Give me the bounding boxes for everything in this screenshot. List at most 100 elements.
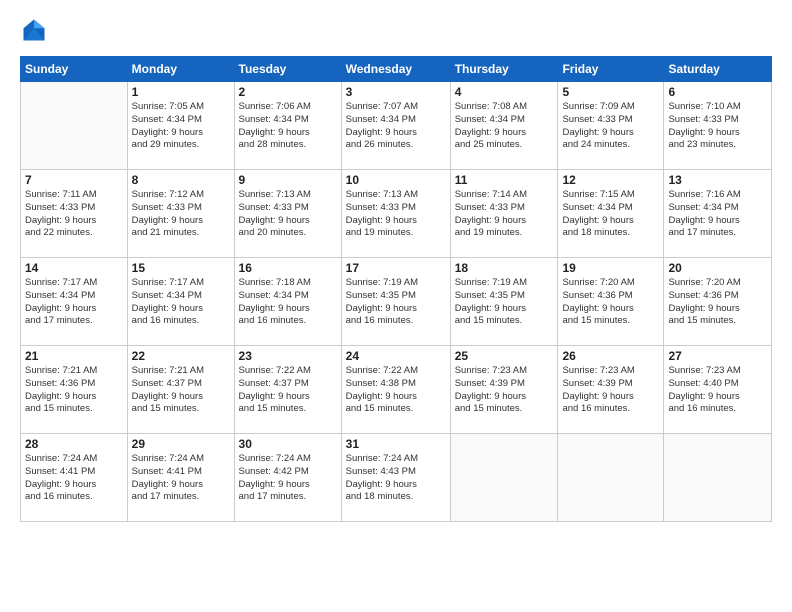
- day-number: 3: [346, 85, 446, 99]
- weekday-header-row: SundayMondayTuesdayWednesdayThursdayFrid…: [21, 57, 772, 82]
- calendar-week-3: 14 Sunrise: 7:17 AMSunset: 4:34 PMDayligh…: [21, 258, 772, 346]
- day-info: Sunrise: 7:12 AMSunset: 4:33 PMDaylight:…: [132, 189, 230, 240]
- day-info: Sunrise: 7:23 AMSunset: 4:39 PMDaylight:…: [562, 365, 659, 416]
- calendar-cell: 25Sunrise: 7:23 AMSunset: 4:39 PMDayligh…: [450, 346, 558, 434]
- day-number: 12: [562, 173, 659, 187]
- day-info: Sunrise: 7:24 AMSunset: 4:41 PMDaylight:…: [25, 453, 123, 504]
- calendar-cell: 8 Sunrise: 7:12 AMSunset: 4:33 PMDaylight…: [127, 170, 234, 258]
- day-info: Sunrise: 7:21 AMSunset: 4:36 PMDaylight:…: [25, 365, 123, 416]
- day-info: Sunrise: 7:14 AMSunset: 4:33 PMDaylight:…: [455, 189, 554, 240]
- calendar-header: SundayMondayTuesdayWednesdayThursdayFrid…: [21, 57, 772, 82]
- day-number: 7: [25, 173, 123, 187]
- calendar-cell: 24 Sunrise: 7:22 AMSunset: 4:38 PMDayligh…: [341, 346, 450, 434]
- calendar-week-2: 7 Sunrise: 7:11 AMSunset: 4:33 PMDaylight…: [21, 170, 772, 258]
- calendar-cell: 15 Sunrise: 7:17 AMSunset: 4:34 PMDayligh…: [127, 258, 234, 346]
- logo-icon: [20, 16, 48, 44]
- weekday-header-sunday: Sunday: [21, 57, 128, 82]
- calendar-cell: 2 Sunrise: 7:06 AMSunset: 4:34 PMDaylight…: [234, 82, 341, 170]
- calendar-cell: 10 Sunrise: 7:13 AMSunset: 4:33 PMDayligh…: [341, 170, 450, 258]
- day-info: Sunrise: 7:17 AMSunset: 4:34 PMDaylight:…: [132, 277, 230, 328]
- calendar-cell: 20 Sunrise: 7:20 AMSunset: 4:36 PMDayligh…: [664, 258, 772, 346]
- calendar-cell: 1 Sunrise: 7:05 AMSunset: 4:34 PMDaylight…: [127, 82, 234, 170]
- calendar-cell: 4 Sunrise: 7:08 AMSunset: 4:34 PMDaylight…: [450, 82, 558, 170]
- day-number: 21: [25, 349, 123, 363]
- day-number: 30: [239, 437, 337, 451]
- day-number: 10: [346, 173, 446, 187]
- calendar-cell: 26 Sunrise: 7:23 AMSunset: 4:39 PMDayligh…: [558, 346, 664, 434]
- day-number: 17: [346, 261, 446, 275]
- day-info: Sunrise: 7:24 AMSunset: 4:42 PMDaylight:…: [239, 453, 337, 504]
- day-number: 20: [668, 261, 767, 275]
- weekday-header-tuesday: Tuesday: [234, 57, 341, 82]
- calendar-cell: 21 Sunrise: 7:21 AMSunset: 4:36 PMDayligh…: [21, 346, 128, 434]
- day-number: 1: [132, 85, 230, 99]
- calendar-cell: 17 Sunrise: 7:19 AMSunset: 4:35 PMDayligh…: [341, 258, 450, 346]
- calendar-cell: [664, 434, 772, 522]
- day-number: 19: [562, 261, 659, 275]
- day-info: Sunrise: 7:18 AMSunset: 4:34 PMDaylight:…: [239, 277, 337, 328]
- calendar-cell: 30 Sunrise: 7:24 AMSunset: 4:42 PMDayligh…: [234, 434, 341, 522]
- day-number: 28: [25, 437, 123, 451]
- day-number: 23: [239, 349, 337, 363]
- calendar-cell: 23 Sunrise: 7:22 AMSunset: 4:37 PMDayligh…: [234, 346, 341, 434]
- calendar-cell: 29 Sunrise: 7:24 AMSunset: 4:41 PMDayligh…: [127, 434, 234, 522]
- day-info: Sunrise: 7:22 AMSunset: 4:38 PMDaylight:…: [346, 365, 446, 416]
- day-number: 26: [562, 349, 659, 363]
- day-number: 11: [455, 173, 554, 187]
- day-number: 15: [132, 261, 230, 275]
- day-info: Sunrise: 7:19 AMSunset: 4:35 PMDaylight:…: [455, 277, 554, 328]
- day-info: Sunrise: 7:20 AMSunset: 4:36 PMDaylight:…: [562, 277, 659, 328]
- calendar-cell: 28 Sunrise: 7:24 AMSunset: 4:41 PMDayligh…: [21, 434, 128, 522]
- weekday-header-monday: Monday: [127, 57, 234, 82]
- day-info: Sunrise: 7:21 AMSunset: 4:37 PMDaylight:…: [132, 365, 230, 416]
- calendar-week-1: 1 Sunrise: 7:05 AMSunset: 4:34 PMDaylight…: [21, 82, 772, 170]
- day-info: Sunrise: 7:24 AMSunset: 4:41 PMDaylight:…: [132, 453, 230, 504]
- page: SundayMondayTuesdayWednesdayThursdayFrid…: [0, 0, 792, 612]
- day-number: 5: [562, 85, 659, 99]
- day-info: Sunrise: 7:09 AMSunset: 4:33 PMDaylight:…: [562, 101, 659, 152]
- day-info: Sunrise: 7:22 AMSunset: 4:37 PMDaylight:…: [239, 365, 337, 416]
- day-info: Sunrise: 7:05 AMSunset: 4:34 PMDaylight:…: [132, 101, 230, 152]
- weekday-header-friday: Friday: [558, 57, 664, 82]
- calendar-cell: 11 Sunrise: 7:14 AMSunset: 4:33 PMDayligh…: [450, 170, 558, 258]
- calendar-cell: 5 Sunrise: 7:09 AMSunset: 4:33 PMDaylight…: [558, 82, 664, 170]
- day-number: 8: [132, 173, 230, 187]
- day-info: Sunrise: 7:13 AMSunset: 4:33 PMDaylight:…: [346, 189, 446, 240]
- calendar-body: 1 Sunrise: 7:05 AMSunset: 4:34 PMDaylight…: [21, 82, 772, 522]
- calendar-cell: 9 Sunrise: 7:13 AMSunset: 4:33 PMDaylight…: [234, 170, 341, 258]
- day-info: Sunrise: 7:17 AMSunset: 4:34 PMDaylight:…: [25, 277, 123, 328]
- calendar-cell: 16Sunrise: 7:18 AMSunset: 4:34 PMDayligh…: [234, 258, 341, 346]
- calendar-cell: 18 Sunrise: 7:19 AMSunset: 4:35 PMDayligh…: [450, 258, 558, 346]
- calendar-cell: 12Sunrise: 7:15 AMSunset: 4:34 PMDayligh…: [558, 170, 664, 258]
- day-number: 31: [346, 437, 446, 451]
- day-number: 18: [455, 261, 554, 275]
- day-info: Sunrise: 7:08 AMSunset: 4:34 PMDaylight:…: [455, 101, 554, 152]
- day-info: Sunrise: 7:10 AMSunset: 4:33 PMDaylight:…: [668, 101, 767, 152]
- calendar-cell: 14 Sunrise: 7:17 AMSunset: 4:34 PMDayligh…: [21, 258, 128, 346]
- calendar-week-5: 28 Sunrise: 7:24 AMSunset: 4:41 PMDayligh…: [21, 434, 772, 522]
- day-info: Sunrise: 7:13 AMSunset: 4:33 PMDaylight:…: [239, 189, 337, 240]
- day-info: Sunrise: 7:19 AMSunset: 4:35 PMDaylight:…: [346, 277, 446, 328]
- day-info: Sunrise: 7:11 AMSunset: 4:33 PMDaylight:…: [25, 189, 123, 240]
- day-info: Sunrise: 7:16 AMSunset: 4:34 PMDaylight:…: [668, 189, 767, 240]
- calendar-week-4: 21 Sunrise: 7:21 AMSunset: 4:36 PMDayligh…: [21, 346, 772, 434]
- calendar-cell: 6 Sunrise: 7:10 AMSunset: 4:33 PMDaylight…: [664, 82, 772, 170]
- day-number: 24: [346, 349, 446, 363]
- day-info: Sunrise: 7:24 AMSunset: 4:43 PMDaylight:…: [346, 453, 446, 504]
- calendar-cell: [21, 82, 128, 170]
- day-number: 22: [132, 349, 230, 363]
- day-number: 6: [668, 85, 767, 99]
- calendar-cell: [558, 434, 664, 522]
- day-info: Sunrise: 7:20 AMSunset: 4:36 PMDaylight:…: [668, 277, 767, 328]
- day-number: 14: [25, 261, 123, 275]
- day-info: Sunrise: 7:23 AMSunset: 4:39 PMDaylight:…: [455, 365, 554, 416]
- day-number: 9: [239, 173, 337, 187]
- day-number: 29: [132, 437, 230, 451]
- logo: [20, 16, 52, 44]
- day-number: 4: [455, 85, 554, 99]
- weekday-header-thursday: Thursday: [450, 57, 558, 82]
- calendar-cell: [450, 434, 558, 522]
- day-info: Sunrise: 7:06 AMSunset: 4:34 PMDaylight:…: [239, 101, 337, 152]
- calendar-cell: 22 Sunrise: 7:21 AMSunset: 4:37 PMDayligh…: [127, 346, 234, 434]
- day-number: 2: [239, 85, 337, 99]
